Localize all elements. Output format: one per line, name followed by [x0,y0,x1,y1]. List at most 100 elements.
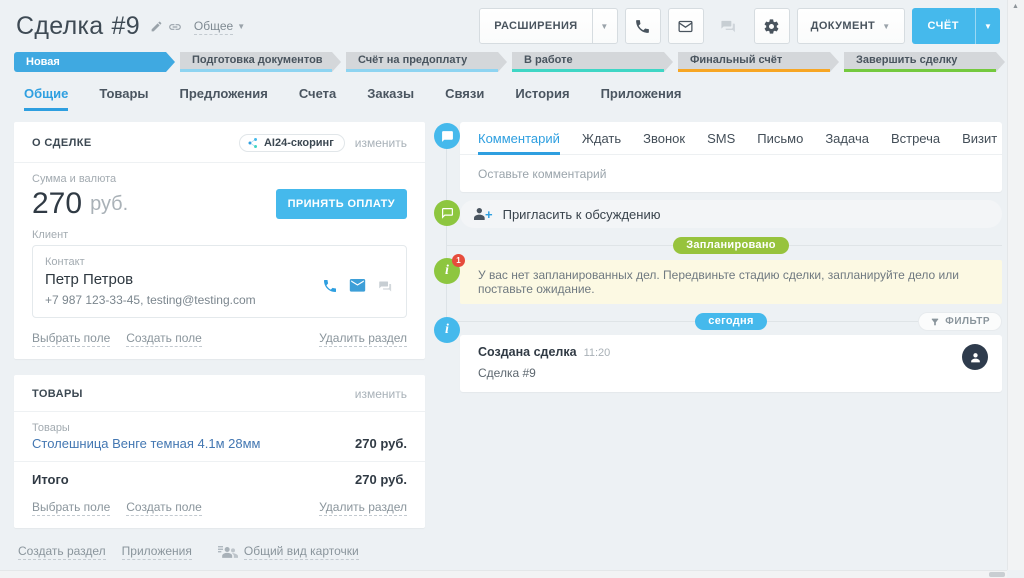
extensions-dropdown-button[interactable]: ▼ [592,9,617,43]
feed-tab-letter[interactable]: Письмо [757,122,803,155]
pipeline-selector-label: Общее [194,19,233,35]
choose-field-link[interactable]: Выбрать поле [32,500,110,516]
delete-section-link[interactable]: Удалить раздел [319,331,407,347]
invoice-button[interactable]: СЧЁТ ▼ [912,8,1000,44]
event-info-icon: i [434,317,460,343]
tab-products[interactable]: Товары [99,86,148,111]
ai-scoring-badge[interactable]: AI24-скоринг [239,134,345,152]
contact-details: +7 987 123-33-45, testing@testing.com [45,293,394,307]
stage-prepayment-invoice[interactable]: Счёт на предоплату [346,52,498,72]
total-row: Итого 270 руб. [32,472,407,487]
feed-tab-visit[interactable]: Визит [962,122,997,155]
invoice-dropdown-button[interactable]: ▼ [975,8,1000,44]
contact-mail-icon[interactable] [349,279,366,293]
contact-phone-icon[interactable] [322,278,338,294]
feed-tab-task[interactable]: Задача [825,122,869,155]
tab-history[interactable]: История [515,86,569,111]
chat-button[interactable] [711,8,747,44]
scroll-up-icon[interactable]: ▲ [1012,3,1019,10]
planned-badge: Запланировано [673,237,789,254]
deal-amount[interactable]: 270 [32,187,82,221]
discussion-timeline-icon [434,200,460,226]
delete-section-link[interactable]: Удалить раздел [319,500,407,516]
client-label: Клиент [32,229,407,241]
stage-new[interactable]: Новая [14,52,166,72]
products-list-label: Товары [32,422,407,434]
create-section-link[interactable]: Создать раздел [18,544,106,560]
settings-button[interactable] [754,8,790,44]
deal-section-title: О СДЕЛКЕ [32,137,92,149]
feed-tab-comment[interactable]: Комментарий [478,122,560,155]
event-card[interactable]: Создана сделка 11:20 Сделка #9 [460,335,1002,392]
horizontal-scrollbar[interactable] [0,570,1007,578]
stage-label: Новая [26,56,60,68]
today-badge-row: сегодня ФИЛЬТР [460,313,1002,329]
product-name-link[interactable]: Столешница Венге темная 4.1м 28мм [32,436,260,451]
chat-icon [719,18,738,35]
planned-badge-row: Запланировано [460,237,1002,253]
stage-final-invoice[interactable]: Финальный счёт [678,52,830,72]
link-icon[interactable] [168,20,182,34]
deal-currency: руб. [90,193,128,216]
today-badge: сегодня [695,313,766,330]
feed-tab-sms[interactable]: SMS [707,122,735,155]
filter-button-label: ФИЛЬТР [945,316,990,327]
extensions-button[interactable]: РАСШИРЕНИЯ ▼ [479,8,617,44]
planned-info-icon: i 1 [434,258,460,284]
feed-tab-wait[interactable]: Ждать [582,122,621,155]
stage-in-progress[interactable]: В работе [512,52,664,72]
tab-general[interactable]: Общие [24,86,68,111]
deal-number: #9 [112,12,140,41]
feed-tab-call[interactable]: Звонок [643,122,685,155]
divider [14,411,425,412]
document-button[interactable]: ДОКУМЕНТ ▼ [797,8,905,44]
scrollbar-thumb[interactable] [989,572,1005,577]
event-title: Создана сделка [478,345,577,359]
tab-orders[interactable]: Заказы [367,86,414,111]
stage-label: Счёт на предоплату [358,54,467,66]
choose-field-link[interactable]: Выбрать поле [32,331,110,347]
stage-docs-preparation[interactable]: Подготовка документов [180,52,332,72]
edit-deal-link[interactable]: изменить [355,136,407,150]
pipeline-stages: Новая Подготовка документов Счёт на пред… [14,52,1010,72]
feed-column: Комментарий Ждать Звонок SMS Письмо Зада… [460,122,1002,392]
stage-label: В работе [524,54,573,66]
card-view-link[interactable]: Общий вид карточки [244,544,359,560]
divider [14,461,425,462]
create-field-link[interactable]: Создать поле [126,500,202,516]
ai-scoring-label: AI24-скоринг [264,137,334,149]
chat-bubble-outline-icon [441,207,454,220]
phone-icon [634,18,651,35]
pipeline-selector[interactable]: Общее ▼ [194,19,245,35]
stage-label: Финальный счёт [690,54,782,66]
comment-input[interactable] [460,155,1002,192]
invite-discussion-button[interactable]: + Пригласить к обсуждению [460,200,1002,228]
card-tabs: Общие Товары Предложения Счета Заказы Св… [24,86,681,111]
edit-title-icon[interactable] [150,20,163,33]
filter-icon [930,317,940,327]
chat-bubble-icon [441,130,454,143]
amount-label: Сумма и валюта [32,173,407,185]
tab-invoices[interactable]: Счета [299,86,336,111]
avatar[interactable] [962,344,988,370]
create-field-link[interactable]: Создать поле [126,331,202,347]
tab-offers[interactable]: Предложения [180,86,268,111]
tab-relations[interactable]: Связи [445,86,484,111]
invoice-button-label: СЧЁТ [912,8,975,44]
timeline-rail [446,136,447,330]
filter-button[interactable]: ФИЛЬТР [918,312,1002,331]
accept-payment-button[interactable]: ПРИНЯТЬ ОПЛАТУ [276,189,407,219]
tab-attachments[interactable]: Приложения [601,86,682,111]
feed-tab-meeting[interactable]: Встреча [891,122,940,155]
vertical-scrollbar[interactable]: ▲ [1007,0,1024,570]
chevron-down-icon: ▼ [237,22,245,31]
contact-card[interactable]: Контакт Петр Петров +7 987 123-33-45, te… [32,245,407,318]
scoring-icon [247,137,259,149]
call-button[interactable] [625,8,661,44]
edit-products-link[interactable]: изменить [355,387,407,401]
no-tasks-notice: У вас нет запланированных дел. Передвинь… [460,260,1002,304]
email-button[interactable] [668,8,704,44]
stage-close-deal[interactable]: Завершить сделку [844,52,996,72]
contact-chat-icon[interactable] [377,279,394,294]
attachments-link[interactable]: Приложения [122,544,192,560]
